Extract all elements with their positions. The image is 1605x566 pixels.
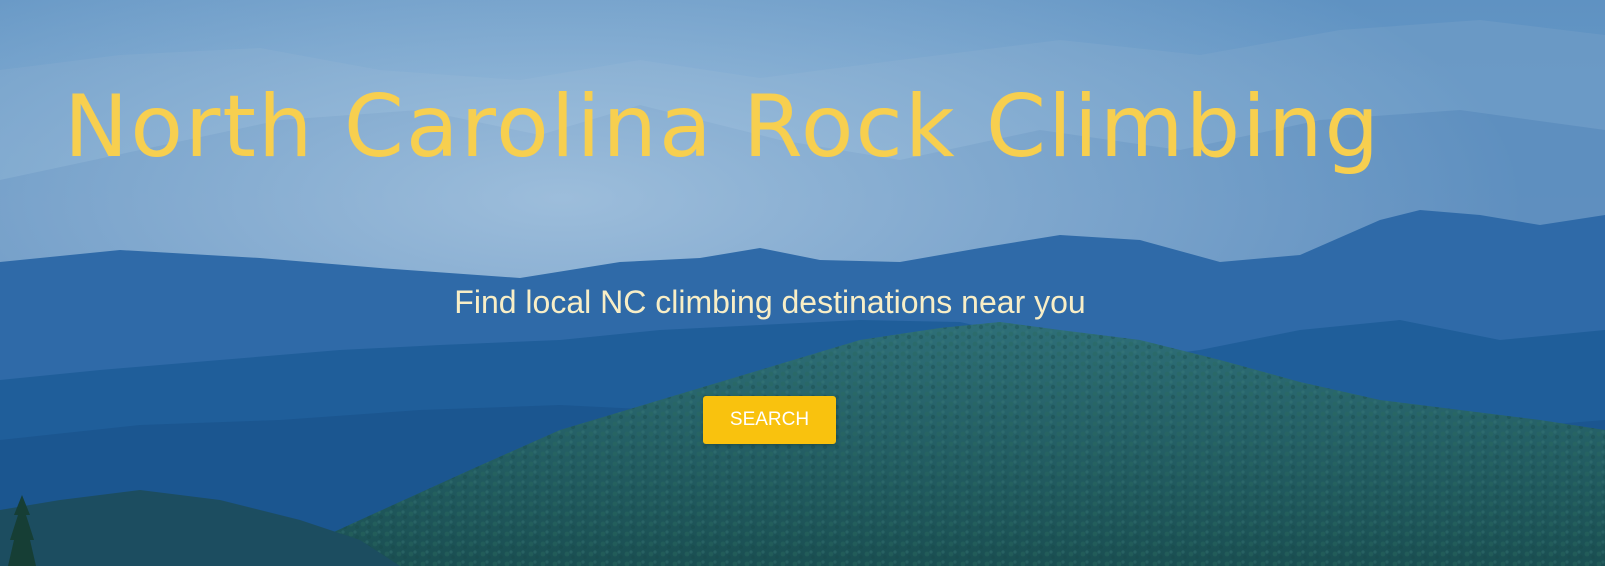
page-title: North Carolina Rock Climbing: [64, 77, 1382, 177]
hero-section: North Carolina Rock Climbing Find local …: [0, 0, 1605, 566]
search-button[interactable]: SEARCH: [703, 396, 836, 444]
hero-subtitle: Find local NC climbing destinations near…: [454, 284, 1086, 320]
